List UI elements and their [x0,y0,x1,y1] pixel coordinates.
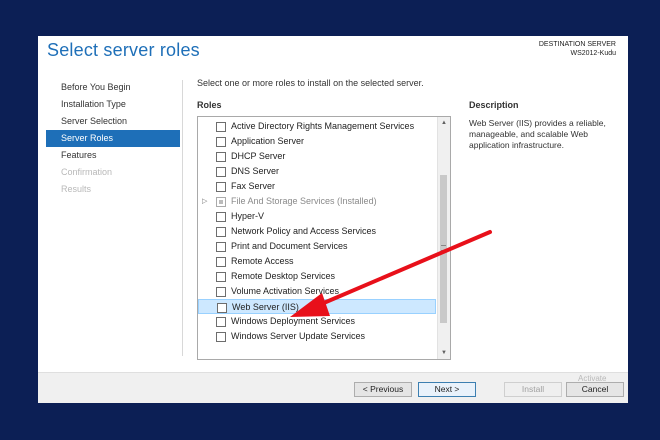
arrow-shaft [310,230,492,310]
red-annotation-arrow-icon [290,230,492,317]
arrow-head [290,293,330,317]
